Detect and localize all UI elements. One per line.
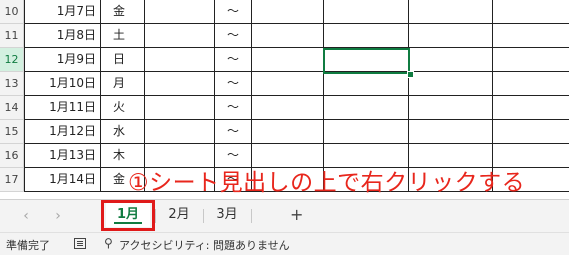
date-cell[interactable]: 1月8日 [24, 24, 101, 48]
empty-cell[interactable] [324, 0, 409, 24]
empty-cell[interactable] [493, 0, 569, 24]
empty-cell[interactable] [324, 96, 409, 120]
empty-cell[interactable] [252, 0, 324, 24]
table-row: 14 1月11日火 ～ [0, 96, 569, 120]
sheet-tab-mar[interactable]: 3月 [208, 203, 246, 227]
date-cell[interactable]: 1月13日 [24, 144, 101, 168]
tilde-cell[interactable]: ～ [215, 96, 252, 120]
empty-cell[interactable] [252, 24, 324, 48]
date-cell[interactable]: 1月14日 [24, 168, 101, 192]
empty-cell[interactable] [145, 48, 215, 72]
table-row: 12 1月9日日 ～ [0, 48, 569, 72]
date-cell[interactable]: 1月9日 [24, 48, 101, 72]
sheet-tab-label: 2月 [168, 207, 190, 222]
empty-cell[interactable] [252, 120, 324, 144]
sheet-tab-feb[interactable]: 2月 [160, 203, 198, 227]
empty-cell[interactable] [493, 96, 569, 120]
table-row: 13 1月10日月 ～ [0, 72, 569, 96]
empty-cell[interactable] [409, 120, 493, 144]
table-row: 15 1月12日水 ～ [0, 120, 569, 144]
selected-cell[interactable] [323, 48, 410, 74]
status-ready: 準備完了 [6, 239, 50, 252]
empty-cell[interactable] [252, 48, 324, 72]
tilde-cell[interactable]: ～ [215, 48, 252, 72]
row-header[interactable]: 17 [0, 168, 24, 192]
empty-cell[interactable] [145, 0, 215, 24]
row-header[interactable]: 15 [0, 120, 24, 144]
row-header[interactable]: 13 [0, 72, 24, 96]
add-sheet-plus-icon[interactable]: + [290, 205, 303, 224]
row-header[interactable]: 10 [0, 0, 24, 24]
weekday-cell[interactable]: 水 [101, 120, 145, 144]
row-header[interactable]: 12 [0, 48, 24, 72]
tilde-cell[interactable]: ～ [215, 120, 252, 144]
status-bar: 準備完了 ⚲ アクセシビリティ: 問題ありません [0, 232, 569, 255]
instruction-annotation: ①シート見出しの上で右クリックする [128, 170, 526, 196]
accessibility-icon[interactable]: ⚲ [104, 236, 113, 250]
macro-record-icon[interactable] [74, 238, 86, 249]
empty-cell[interactable] [145, 120, 215, 144]
next-sheet-arrow-icon[interactable]: › [50, 208, 66, 224]
tab-separator [251, 209, 252, 223]
empty-cell[interactable] [252, 96, 324, 120]
empty-cell[interactable] [409, 96, 493, 120]
prev-sheet-arrow-icon[interactable]: ‹ [18, 208, 34, 224]
accessibility-status[interactable]: アクセシビリティ: 問題ありません [119, 237, 290, 253]
empty-cell[interactable] [493, 120, 569, 144]
date-cell[interactable]: 1月10日 [24, 72, 101, 96]
tilde-cell[interactable]: ～ [215, 24, 252, 48]
table-row: 10 1月7日金 ～ [0, 0, 569, 24]
empty-cell[interactable] [409, 48, 493, 72]
tab-separator [155, 209, 156, 223]
date-cell[interactable]: 1月11日 [24, 96, 101, 120]
tilde-cell[interactable]: ～ [215, 72, 252, 96]
sheet-tab-bar: ‹ › 1月 2月 3月 + [0, 199, 569, 232]
tab-highlight-box [101, 200, 155, 231]
table-row: 11 1月8日土 ～ [0, 24, 569, 48]
empty-cell[interactable] [409, 72, 493, 96]
empty-cell[interactable] [409, 24, 493, 48]
date-cell[interactable]: 1月7日 [24, 0, 101, 24]
empty-cell[interactable] [493, 24, 569, 48]
empty-cell[interactable] [409, 0, 493, 24]
empty-cell[interactable] [252, 72, 324, 96]
sheet-tab-label: 3月 [216, 207, 238, 222]
row-header[interactable]: 14 [0, 96, 24, 120]
weekday-cell[interactable]: 火 [101, 96, 145, 120]
fill-handle[interactable] [407, 71, 414, 78]
empty-cell[interactable] [145, 96, 215, 120]
row-header[interactable]: 11 [0, 24, 24, 48]
empty-cell[interactable] [145, 24, 215, 48]
empty-cell[interactable] [493, 72, 569, 96]
weekday-cell[interactable]: 土 [101, 24, 145, 48]
empty-cell[interactable] [324, 72, 409, 96]
empty-cell[interactable] [493, 48, 569, 72]
row-header[interactable]: 16 [0, 144, 24, 168]
weekday-cell[interactable]: 月 [101, 72, 145, 96]
weekday-cell[interactable]: 日 [101, 48, 145, 72]
empty-cell[interactable] [145, 72, 215, 96]
tab-separator [203, 209, 204, 223]
tilde-cell[interactable]: ～ [215, 0, 252, 24]
empty-cell[interactable] [324, 120, 409, 144]
weekday-cell[interactable]: 金 [101, 0, 145, 24]
empty-cell[interactable] [324, 24, 409, 48]
date-cell[interactable]: 1月12日 [24, 120, 101, 144]
